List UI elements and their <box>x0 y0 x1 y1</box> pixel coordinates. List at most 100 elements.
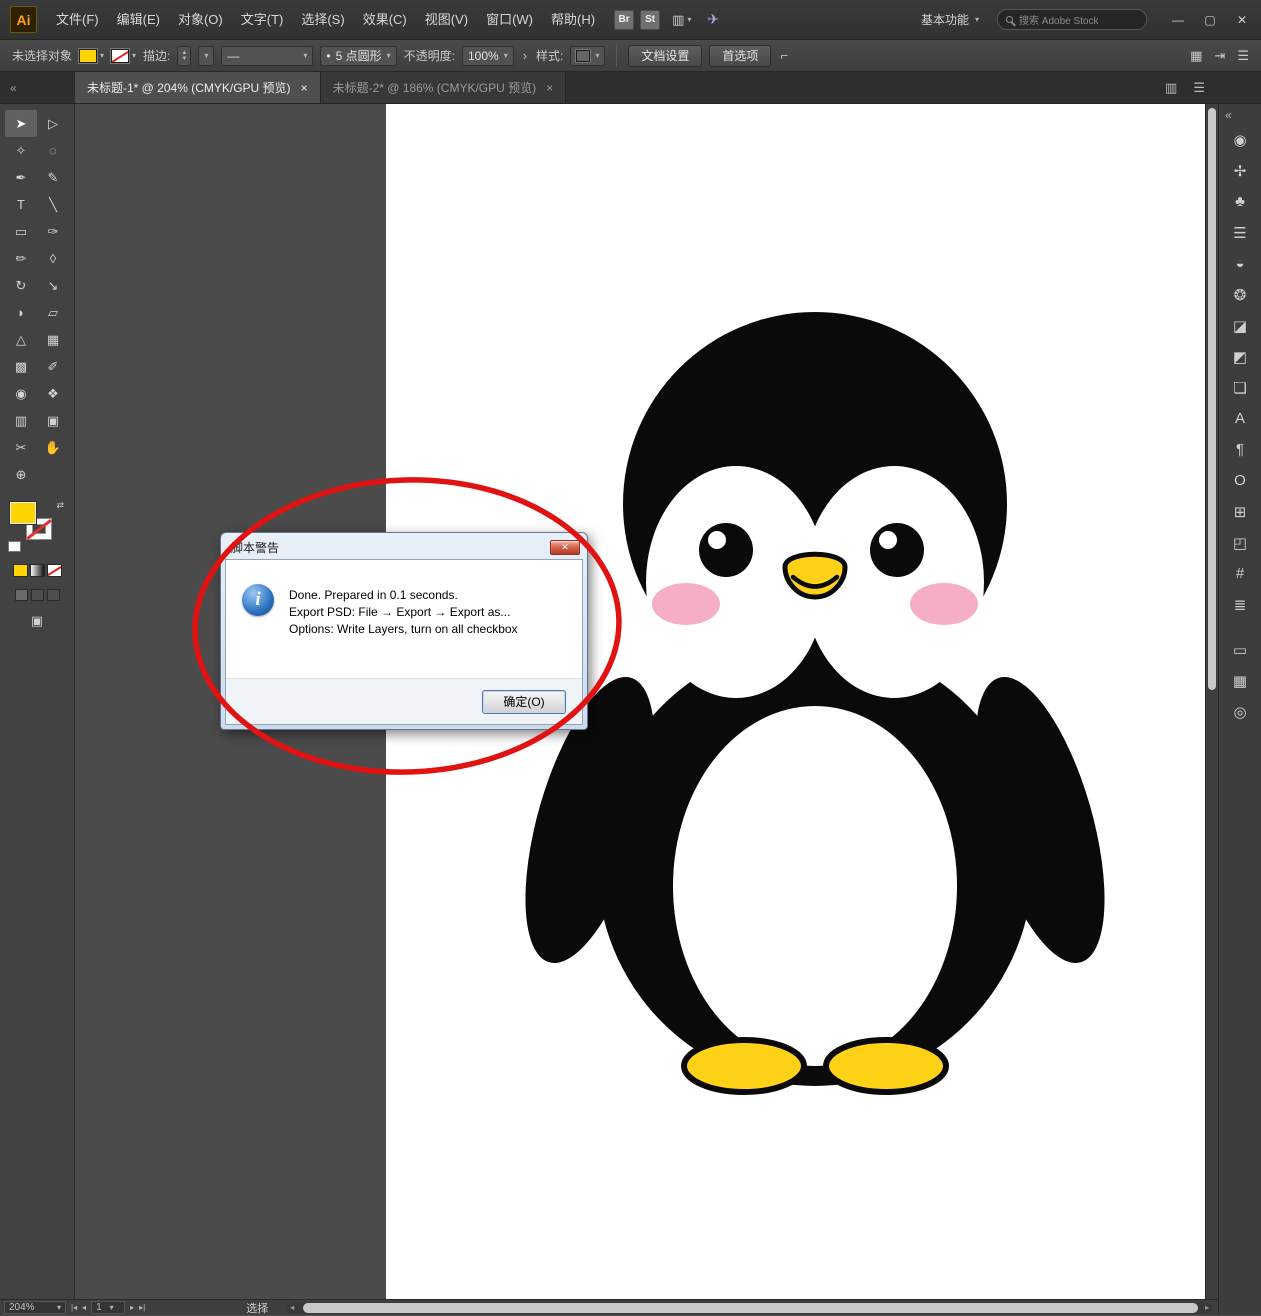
paintbrush-tool[interactable]: ✑ <box>37 218 69 245</box>
next-artboard-button[interactable]: ▸ <box>130 1303 134 1312</box>
menu-item[interactable]: 帮助(H) <box>542 1 604 39</box>
menu-item[interactable]: 窗口(W) <box>477 1 542 39</box>
stroke-weight-stepper[interactable]: ▲▼ <box>177 46 191 66</box>
controlbar-icon[interactable]: ⇥ <box>1214 48 1225 64</box>
menu-item[interactable]: 文件(F) <box>47 1 108 39</box>
pen-tool[interactable]: ✒ <box>5 164 37 191</box>
hand-tool[interactable]: ✋ <box>37 434 69 461</box>
zoom-level-dropdown[interactable]: 204% ▾ <box>4 1301 66 1314</box>
stroke-weight-dropdown[interactable]: ▾ <box>198 46 214 66</box>
menu-item[interactable]: 选择(S) <box>292 1 353 39</box>
controlbar-icon[interactable]: ▦ <box>1190 48 1202 64</box>
document-tab[interactable]: 未标题-1* @ 204% (CMYK/GPU 预览) × <box>75 72 321 103</box>
gradient-panel-icon[interactable]: ❂ <box>1222 279 1258 310</box>
free-transform-tool[interactable]: ▱ <box>37 299 69 326</box>
scale-tool[interactable]: ↘ <box>37 272 69 299</box>
perspective-grid-tool[interactable]: △ <box>5 326 37 353</box>
first-artboard-button[interactable]: |◂ <box>71 1303 77 1312</box>
draw-normal-button[interactable] <box>15 589 28 601</box>
color-button[interactable] <box>13 564 28 577</box>
stroke-panel-icon[interactable]: ◒ <box>1222 248 1258 279</box>
previous-artboard-button[interactable]: ◂ <box>82 1303 86 1312</box>
artboard-number-dropdown[interactable]: 1 ▾ <box>91 1301 125 1314</box>
rectangle-tool[interactable]: ▭ <box>5 218 37 245</box>
rotate-tool[interactable]: ↻ <box>5 272 37 299</box>
quick-app-button[interactable]: Br <box>614 10 634 30</box>
asset-export-panel-icon[interactable]: ▦ <box>1222 665 1258 696</box>
slice-tool[interactable]: ✂ <box>5 434 37 461</box>
symbol-sprayer-tool[interactable]: ❖ <box>37 380 69 407</box>
controlbar-icon[interactable]: ☰ <box>1237 48 1249 64</box>
curvature-tool[interactable]: ✎ <box>37 164 69 191</box>
gradient-button[interactable] <box>30 564 45 577</box>
fill-swatch[interactable] <box>10 502 36 524</box>
minimize-button[interactable]: — <box>1169 13 1187 27</box>
tab-close-icon[interactable]: × <box>546 81 553 95</box>
panel-expand-button[interactable]: « <box>1219 104 1232 124</box>
draw-inside-button[interactable] <box>47 589 60 601</box>
search-input[interactable]: 搜索 Adobe Stock <box>997 9 1147 30</box>
menu-item[interactable]: 对象(O) <box>169 1 232 39</box>
transparency-panel-icon[interactable]: ◪ <box>1222 310 1258 341</box>
libraries-panel-icon[interactable]: ◎ <box>1222 696 1258 727</box>
width-tool[interactable]: ◗ <box>5 299 37 326</box>
zoom-tool[interactable]: ⊕ <box>5 461 37 488</box>
draw-behind-button[interactable] <box>31 589 44 601</box>
column-graph-tool[interactable]: ▥ <box>5 407 37 434</box>
horizontal-scrollbar[interactable]: ◂ ▸ <box>287 1302 1212 1314</box>
pathfinder-panel-icon[interactable]: ◰ <box>1222 527 1258 558</box>
blend-tool[interactable]: ◉ <box>5 380 37 407</box>
swatches-panel-icon[interactable]: ♣ <box>1222 186 1258 217</box>
scroll-left-icon[interactable]: ◂ <box>287 1303 297 1312</box>
menu-item[interactable]: 效果(C) <box>354 1 416 39</box>
preferences-button[interactable]: 首选项 <box>709 45 771 67</box>
graphic-styles-panel-icon[interactable]: ❏ <box>1222 372 1258 403</box>
direct-selection-tool[interactable]: ▷ <box>37 110 69 137</box>
menu-item[interactable]: 编辑(E) <box>108 1 169 39</box>
brush-dropdown[interactable]: • 5 点圆形 ▾ <box>320 46 396 66</box>
app-logo[interactable]: Ai <box>10 6 37 33</box>
workspace-switcher[interactable]: 基本功能 ▾ <box>921 11 979 28</box>
artboards-panel-icon[interactable]: ▭ <box>1222 634 1258 665</box>
selection-tool[interactable]: ➤ <box>5 110 37 137</box>
toolbar-collapse-button[interactable]: « <box>0 72 75 103</box>
lasso-tool[interactable]: ◌ <box>37 137 69 164</box>
color-guide-panel-icon[interactable]: ✢ <box>1222 155 1258 186</box>
last-artboard-button[interactable]: ▸| <box>139 1303 145 1312</box>
eyedropper-tool[interactable]: ✐ <box>37 353 69 380</box>
stroke-color-dropdown[interactable]: ▾ <box>111 49 136 63</box>
document-tab[interactable]: 未标题-2* @ 186% (CMYK/GPU 预览) × <box>321 72 567 103</box>
shaper-tool[interactable]: ✏ <box>5 245 37 272</box>
magic-wand-tool[interactable]: ✧ <box>5 137 37 164</box>
dialog-titlebar[interactable]: 脚本警告 ✕ <box>225 536 583 559</box>
vertical-scrollbar-thumb[interactable] <box>1208 108 1216 690</box>
vertical-scrollbar[interactable] <box>1205 104 1218 1299</box>
line-segment-tool[interactable]: ╲ <box>37 191 69 218</box>
transform-panel-icon[interactable]: # <box>1222 558 1258 589</box>
menu-item[interactable]: 视图(V) <box>416 1 477 39</box>
appearance-panel-icon[interactable]: ◩ <box>1222 341 1258 372</box>
layers-panel-icon[interactable]: ≣ <box>1222 589 1258 620</box>
tab-close-icon[interactable]: × <box>301 81 308 95</box>
quick-app-button[interactable]: St <box>640 10 660 30</box>
share-icon[interactable]: ✈ <box>707 11 719 28</box>
opacity-options-button[interactable]: › <box>521 48 529 63</box>
tabbar-icon[interactable]: ☰ <box>1193 80 1205 96</box>
horizontal-scrollbar-thumb[interactable] <box>303 1303 1198 1313</box>
dialog-close-button[interactable]: ✕ <box>550 540 580 555</box>
document-setup-button[interactable]: 文档设置 <box>628 45 702 67</box>
align-panel-icon[interactable]: ⊞ <box>1222 496 1258 527</box>
screen-mode-button[interactable]: ▣ <box>31 613 43 629</box>
scroll-right-icon[interactable]: ▸ <box>1202 1303 1212 1312</box>
color-panel-icon[interactable]: ◉ <box>1222 124 1258 155</box>
mesh-tool[interactable]: ▦ <box>37 326 69 353</box>
width-profile-dropdown[interactable]: — ▾ <box>221 46 313 66</box>
close-button[interactable]: ✕ <box>1233 13 1251 27</box>
eraser-tool[interactable]: ◊ <box>37 245 69 272</box>
fill-color-dropdown[interactable]: ▾ <box>79 49 104 63</box>
brushes-panel-icon[interactable]: ☰ <box>1222 217 1258 248</box>
none-button[interactable] <box>47 564 62 577</box>
maximize-button[interactable]: ▢ <box>1201 13 1219 27</box>
opentype-panel-icon[interactable]: O <box>1222 465 1258 496</box>
style-dropdown[interactable]: ▾ <box>570 46 605 66</box>
